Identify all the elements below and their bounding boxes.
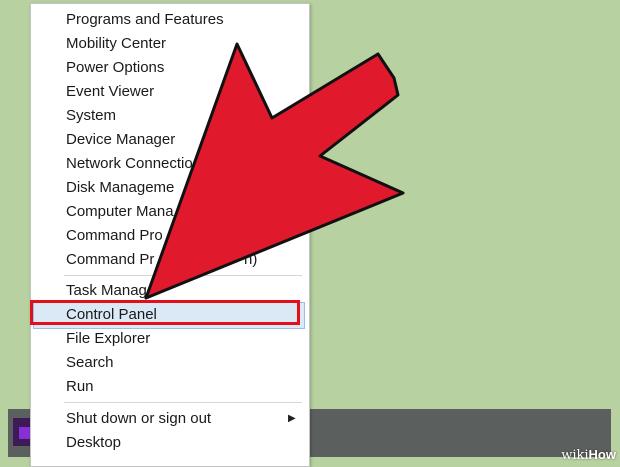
pointer-arrow-icon bbox=[144, 42, 405, 300]
wikihow-watermark: wikiHow bbox=[561, 447, 616, 463]
